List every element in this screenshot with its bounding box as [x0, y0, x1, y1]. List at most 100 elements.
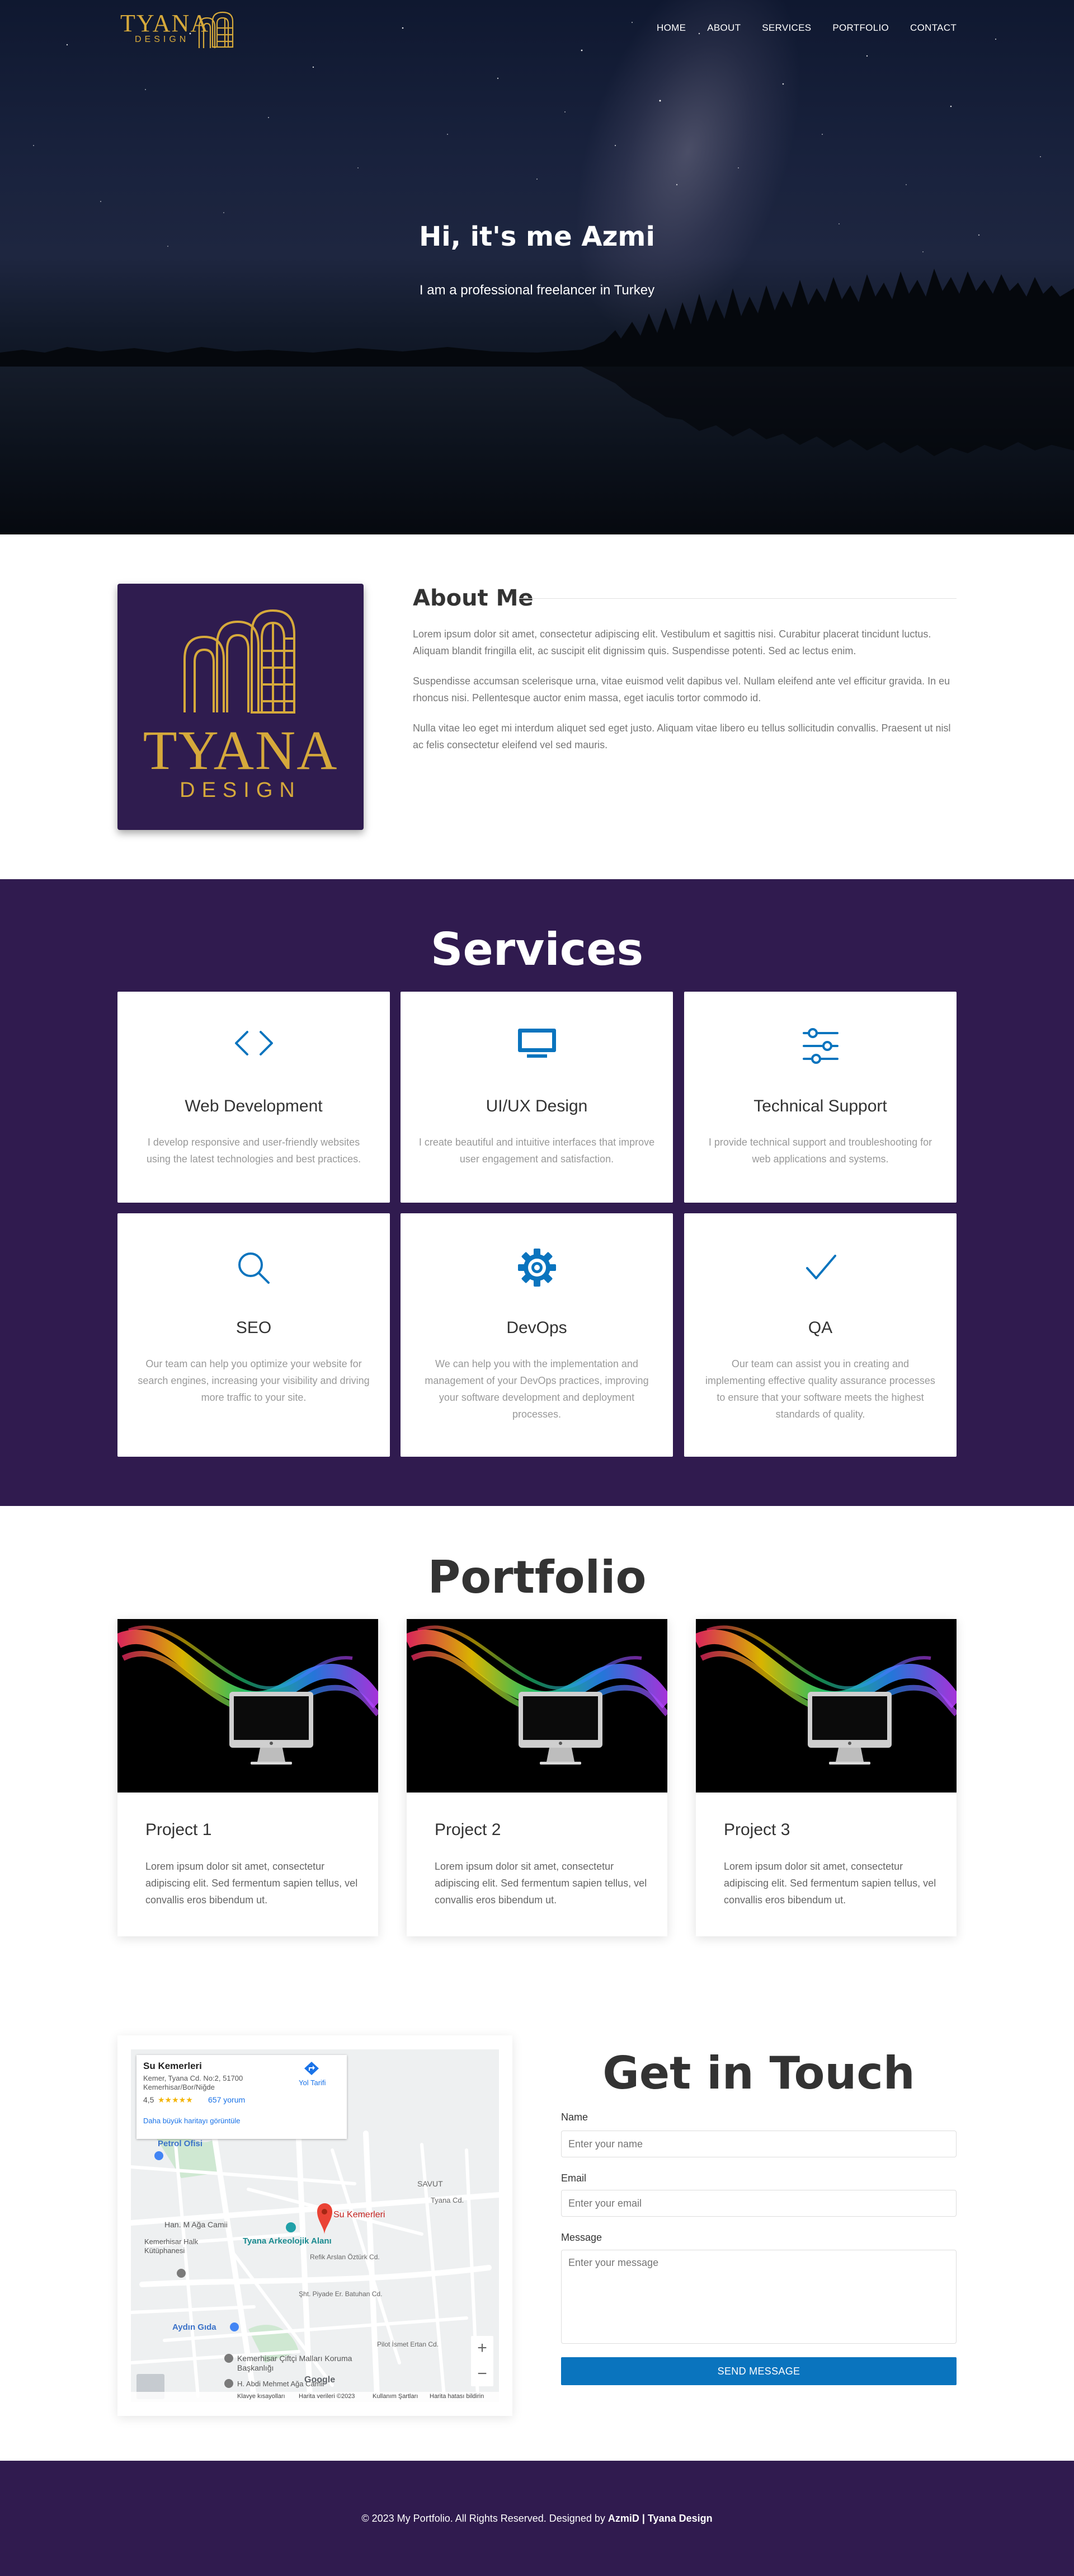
service-card-seo: SEO Our team can help you optimize your …	[117, 1213, 390, 1457]
brand-logo[interactable]: TYANA DESIGN	[120, 7, 260, 48]
services-title: Services	[430, 923, 644, 975]
zoom-out-button[interactable]: −	[471, 2362, 493, 2386]
service-description: Our team can help you optimize your webs…	[138, 1358, 370, 1403]
google-logo: Google	[304, 2375, 336, 2385]
service-description: We can help you with the implementation …	[425, 1358, 649, 1420]
hero-section: TYANA DESIGN HOME ABOUT SERVICES PORTFOL…	[0, 0, 1074, 534]
about-paragraph-2: Suspendisse accumsan scelerisque urna, v…	[413, 675, 950, 703]
service-description: Our team can assist you in creating and …	[705, 1358, 935, 1420]
portfolio-image	[117, 1619, 378, 1793]
service-title: DevOps	[506, 1319, 567, 1337]
portfolio-card-2[interactable]: Project 2 Lorem ipsum dolor sit amet, co…	[407, 1619, 667, 1936]
portfolio-image	[407, 1619, 667, 1793]
map-label-savut: SAVUT	[417, 2179, 443, 2188]
about-paragraph-1: Lorem ipsum dolor sit amet, consectetur …	[413, 628, 931, 656]
map-address-line-1: Kemer, Tyana Cd. No:2, 51700	[143, 2074, 243, 2082]
map-label-library: Kemerhisar Halk Kütüphanesi	[144, 2237, 199, 2255]
about-title: About Me	[413, 585, 534, 611]
map-rating: 4,5	[143, 2095, 154, 2104]
nav-services[interactable]: SERVICES	[762, 22, 811, 34]
designer-credit[interactable]: AzmiD | Tyana Design	[608, 2513, 713, 2524]
portfolio-card-3[interactable]: Project 3 Lorem ipsum dolor sit amet, co…	[696, 1619, 957, 1936]
name-input[interactable]	[561, 2131, 957, 2157]
portfolio-image	[696, 1619, 957, 1793]
map-larger-link[interactable]: Daha büyük haritayı görüntüle	[143, 2117, 240, 2125]
service-card-technical-support: Technical Support I provide technical su…	[684, 992, 957, 1203]
service-title: Web Development	[185, 1097, 323, 1115]
about-logo-card: TYANA DESIGN	[117, 584, 364, 830]
about-logo-wordmark: TYANA	[143, 719, 338, 781]
service-card-devops: DevOps We can help you with the implemen…	[401, 1213, 673, 1457]
map-footer-shortcuts[interactable]: Klavye kısayolları	[237, 2393, 285, 2400]
lake-reflection	[582, 367, 1074, 456]
map-label-batuhan-street: Şht. Piyade Er. Batuhan Cd.	[299, 2290, 383, 2298]
gear-icon	[401, 1248, 673, 1287]
nav-home[interactable]: HOME	[657, 22, 686, 34]
map-rating-stars: ★★★★★	[158, 2095, 193, 2104]
service-card-ui-ux-design: UI/UX Design I create beautiful and intu…	[401, 992, 673, 1203]
map-label-cooperative: Kemerhisar Çiftçi Malları Koruma Başkanl…	[237, 2354, 352, 2372]
nav-contact[interactable]: CONTACT	[910, 22, 957, 34]
about-logo-subtitle: DESIGN	[180, 778, 302, 802]
service-title: Technical Support	[753, 1097, 887, 1115]
service-title: UI/UX Design	[486, 1097, 588, 1115]
email-label: Email	[561, 2173, 587, 2184]
map-label-aydin: Aydın Gıda	[172, 2322, 216, 2332]
map-label-archaeological: Tyana Arkeolojik Alanı	[243, 2236, 332, 2246]
map-label-mosque: Han. M Ağa Camii	[164, 2220, 228, 2229]
nav-about[interactable]: ABOUT	[707, 22, 741, 34]
about-paragraph-3: Nulla vitae leo eget mi interdum aliquet…	[413, 722, 951, 750]
footer-text: © 2023 My Portfolio. All Rights Reserved…	[0, 2513, 1074, 2525]
map-footer-terms[interactable]: Kullanım Şartları	[373, 2393, 418, 2400]
about-divider	[519, 598, 957, 599]
service-title: SEO	[235, 1319, 272, 1337]
portfolio-item-title: Project 2	[435, 1820, 501, 1839]
map-place-name: Su Kemerleri	[143, 2061, 202, 2071]
map-label-refik-street: Refik Arslan Öztürk Cd.	[310, 2253, 380, 2261]
portfolio-item-title: Project 1	[145, 1820, 212, 1839]
footer: © 2023 My Portfolio. All Rights Reserved…	[0, 2461, 1074, 2576]
map-place-card: Su Kemerleri Kemer, Tyana Cd. No:2, 5170…	[136, 2055, 347, 2139]
search-icon	[117, 1248, 390, 1287]
send-message-button[interactable]: SEND MESSAGE	[561, 2357, 957, 2385]
message-label: Message	[561, 2232, 602, 2243]
service-card-qa: QA Our team can assist you in creating a…	[684, 1213, 957, 1457]
portfolio-item-title: Project 3	[724, 1820, 790, 1839]
map-footer-bar: Klavye kısayolları Harita verileri ©2023…	[131, 2392, 499, 2402]
map-pin-label: Su Kemerleri	[333, 2210, 385, 2220]
zoom-in-button[interactable]: +	[471, 2336, 493, 2361]
embedded-map[interactable]: Su Kemerleri Kemer, Tyana Cd. No:2, 5170…	[131, 2049, 499, 2402]
check-icon	[684, 1248, 957, 1287]
map-label-petrol: Petrol Ofisi	[158, 2139, 203, 2148]
directions-icon[interactable]	[303, 2061, 320, 2076]
portfolio-item-description: Lorem ipsum dolor sit amet, consectetur …	[145, 1861, 358, 1906]
arch-illustration-icon	[183, 609, 295, 714]
copyright-text: © 2023 My Portfolio. All Rights Reserved…	[361, 2513, 608, 2524]
map-address-line-2: Kemerhisar/Bor/Niğde	[143, 2083, 215, 2091]
contact-title: Get in Touch	[602, 2047, 915, 2099]
arch-logo-icon	[198, 11, 234, 48]
service-description: I provide technical support and troubles…	[708, 1137, 932, 1165]
email-input[interactable]	[561, 2190, 957, 2217]
map-label-pilot-street: Pilot İsmet Ertan Cd.	[377, 2340, 439, 2348]
map-directions-link[interactable]: Yol Tarifi	[299, 2078, 326, 2087]
nav-portfolio[interactable]: PORTFOLIO	[832, 22, 889, 34]
sliders-icon	[684, 1026, 957, 1066]
service-title: QA	[808, 1319, 833, 1337]
main-nav: HOME ABOUT SERVICES PORTFOLIO CONTACT	[635, 22, 957, 34]
map-label-tyana-street: Tyana Cd.	[431, 2196, 464, 2204]
code-icon	[117, 1026, 390, 1066]
map-footer-report[interactable]: Harita hatası bildirin	[430, 2393, 484, 2400]
portfolio-item-description: Lorem ipsum dolor sit amet, consectetur …	[724, 1861, 936, 1906]
hero-title: Hi, it's me Azmi	[419, 221, 655, 252]
service-card-web-development: Web Development I develop responsive and…	[117, 992, 390, 1203]
map-footer-data: Harita verileri ©2023	[299, 2393, 355, 2400]
hero-subtitle: I am a professional freelancer in Turkey	[419, 283, 655, 298]
portfolio-card-1[interactable]: Project 1 Lorem ipsum dolor sit amet, co…	[117, 1619, 378, 1936]
logo-subtitle: DESIGN	[135, 35, 190, 44]
monitor-icon	[401, 1026, 673, 1066]
name-label: Name	[561, 2112, 588, 2123]
map-card: Su Kemerleri Kemer, Tyana Cd. No:2, 5170…	[117, 2035, 512, 2416]
map-reviews-link[interactable]: 657 yorum	[208, 2095, 245, 2104]
message-textarea[interactable]	[561, 2250, 957, 2344]
